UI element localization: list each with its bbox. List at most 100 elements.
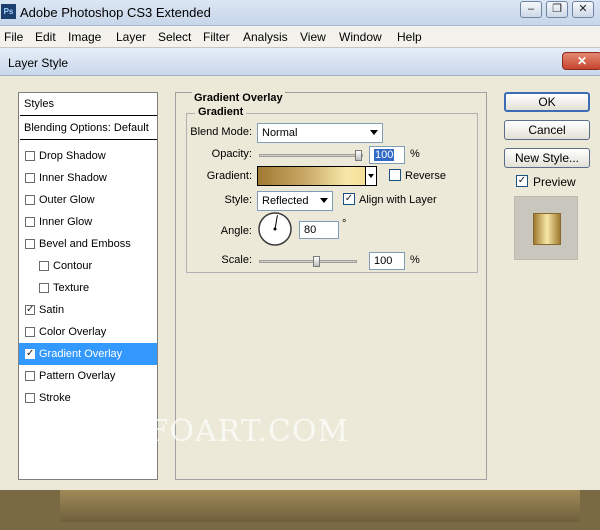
opacity-slider[interactable]	[259, 150, 363, 161]
menu-file[interactable]: File	[4, 30, 23, 44]
style-item-label: Inner Glow	[39, 216, 93, 228]
document-canvas	[60, 490, 580, 522]
blend-mode-select[interactable]: Normal	[257, 123, 383, 143]
style-item-drop-shadow[interactable]: Drop Shadow	[19, 145, 157, 167]
style-checkbox[interactable]	[25, 173, 35, 183]
style-item-inner-shadow[interactable]: Inner Shadow	[19, 167, 157, 189]
style-item-gradient-overlay[interactable]: ✓ Gradient Overlay	[19, 343, 157, 365]
style-checkbox[interactable]	[25, 151, 35, 161]
scale-value: 100	[374, 255, 393, 267]
scale-unit: %	[410, 254, 420, 266]
blend-mode-value: Normal	[262, 127, 298, 139]
style-item-pattern-overlay[interactable]: Pattern Overlay	[19, 365, 157, 387]
opacity-input[interactable]: 100	[369, 146, 405, 164]
style-item-outer-glow[interactable]: Outer Glow	[19, 189, 157, 211]
app-title: Adobe Photoshop CS3 Extended	[20, 5, 211, 20]
style-checkbox[interactable]	[25, 239, 35, 249]
style-item-label: Pattern Overlay	[39, 370, 116, 382]
style-item-satin[interactable]: ✓ Satin	[19, 299, 157, 321]
app-close-button[interactable]: ✕	[572, 1, 594, 18]
style-checkbox[interactable]	[25, 327, 35, 337]
align-with-layer-checkbox[interactable]: ✓	[343, 193, 355, 205]
style-checkbox[interactable]: ✓	[25, 349, 35, 359]
style-item-label: Drop Shadow	[39, 150, 106, 162]
cancel-button[interactable]: Cancel	[504, 120, 590, 140]
angle-input[interactable]: 80	[299, 221, 339, 239]
new-style-button[interactable]: New Style...	[504, 148, 590, 168]
angle-label: Angle:	[220, 225, 252, 237]
menu-view[interactable]: View	[300, 30, 326, 44]
angle-dial[interactable]	[257, 211, 293, 247]
style-preview	[514, 196, 578, 260]
style-item-color-overlay[interactable]: Color Overlay	[19, 321, 157, 343]
style-item-stroke[interactable]: Stroke	[19, 387, 157, 409]
angle-value: 80	[304, 224, 317, 236]
minimize-button[interactable]: –	[520, 1, 542, 18]
style-item-label: Outer Glow	[39, 194, 95, 206]
scale-slider[interactable]	[259, 256, 357, 267]
style-checkbox[interactable]: ✓	[25, 305, 35, 315]
style-item-contour[interactable]: Contour	[19, 255, 157, 277]
menu-edit[interactable]: Edit	[35, 30, 56, 44]
menu-help[interactable]: Help	[397, 30, 422, 44]
gradient-swatch[interactable]	[257, 166, 377, 186]
style-checkbox[interactable]	[25, 217, 35, 227]
opacity-value: 100	[374, 149, 395, 161]
gradient-label: Gradient:	[206, 170, 252, 182]
scale-slider-thumb[interactable]	[313, 256, 320, 267]
chevron-down-icon	[370, 130, 378, 135]
menu-select[interactable]: Select	[158, 30, 191, 44]
menu-analysis[interactable]: Analysis	[243, 30, 288, 44]
angle-unit: °	[342, 218, 347, 230]
preview-checkbox[interactable]: ✓	[516, 175, 528, 187]
style-label: Style:	[224, 194, 252, 206]
chevron-down-icon	[368, 174, 374, 178]
document-canvas-strip	[0, 490, 600, 530]
blend-mode-label: Blend Mode:	[190, 126, 252, 138]
style-item-texture[interactable]: Texture	[19, 277, 157, 299]
ok-button[interactable]: OK	[504, 92, 590, 112]
scale-input[interactable]: 100	[369, 252, 405, 270]
style-item-bevel-and-emboss[interactable]: Bevel and Emboss	[19, 233, 157, 255]
opacity-slider-thumb[interactable]	[355, 150, 362, 161]
dialog-titlebar: Layer Style ✕	[0, 48, 600, 76]
reverse-label: Reverse	[405, 170, 446, 182]
style-checkbox[interactable]	[25, 195, 35, 205]
panel-title: Gradient Overlay	[192, 92, 285, 104]
menu-image[interactable]: Image	[68, 30, 101, 44]
app-titlebar: Ps Adobe Photoshop CS3 Extended – ❐ ✕	[0, 0, 600, 26]
menu-layer[interactable]: Layer	[116, 30, 146, 44]
style-item-label: Bevel and Emboss	[39, 238, 131, 250]
watermark: ALFOART.COM	[104, 414, 350, 449]
style-checkbox[interactable]	[39, 261, 49, 271]
style-checkbox[interactable]	[25, 371, 35, 381]
preview-swatch	[533, 213, 561, 245]
dialog-close-button[interactable]: ✕	[562, 52, 600, 70]
gradient-dropdown[interactable]	[365, 166, 377, 186]
menu-bar: File Edit Image Layer Select Filter Anal…	[0, 26, 600, 48]
style-item-label: Stroke	[39, 392, 71, 404]
blending-options-item[interactable]: Blending Options: Default	[20, 118, 157, 140]
group-title: Gradient	[195, 106, 247, 118]
menu-filter[interactable]: Filter	[203, 30, 230, 44]
align-with-layer-label: Align with Layer	[359, 194, 437, 206]
reverse-checkbox[interactable]	[389, 169, 401, 181]
styles-header[interactable]: Styles	[20, 94, 157, 116]
style-item-label: Gradient Overlay	[39, 348, 123, 360]
preview-label: Preview	[533, 175, 576, 189]
opacity-label: Opacity:	[211, 148, 252, 160]
style-item-label: Contour	[53, 260, 93, 272]
style-item-inner-glow[interactable]: Inner Glow	[19, 211, 157, 233]
chevron-down-icon	[320, 198, 328, 203]
gradient-group: Gradient Blend Mode: Normal Opacity: 100…	[186, 106, 478, 273]
style-value: Reflected	[262, 195, 309, 207]
style-item-label: Texture	[53, 282, 90, 294]
menu-window[interactable]: Window	[339, 30, 382, 44]
style-item-label: Satin	[39, 304, 65, 316]
check-icon: ✓	[344, 193, 354, 204]
style-select[interactable]: Reflected	[257, 191, 333, 211]
restore-button[interactable]: ❐	[546, 1, 568, 18]
layer-style-dialog: Layer Style ✕ Styles Blending Options: D…	[0, 48, 600, 530]
style-checkbox[interactable]	[39, 283, 49, 293]
style-checkbox[interactable]	[25, 393, 35, 403]
